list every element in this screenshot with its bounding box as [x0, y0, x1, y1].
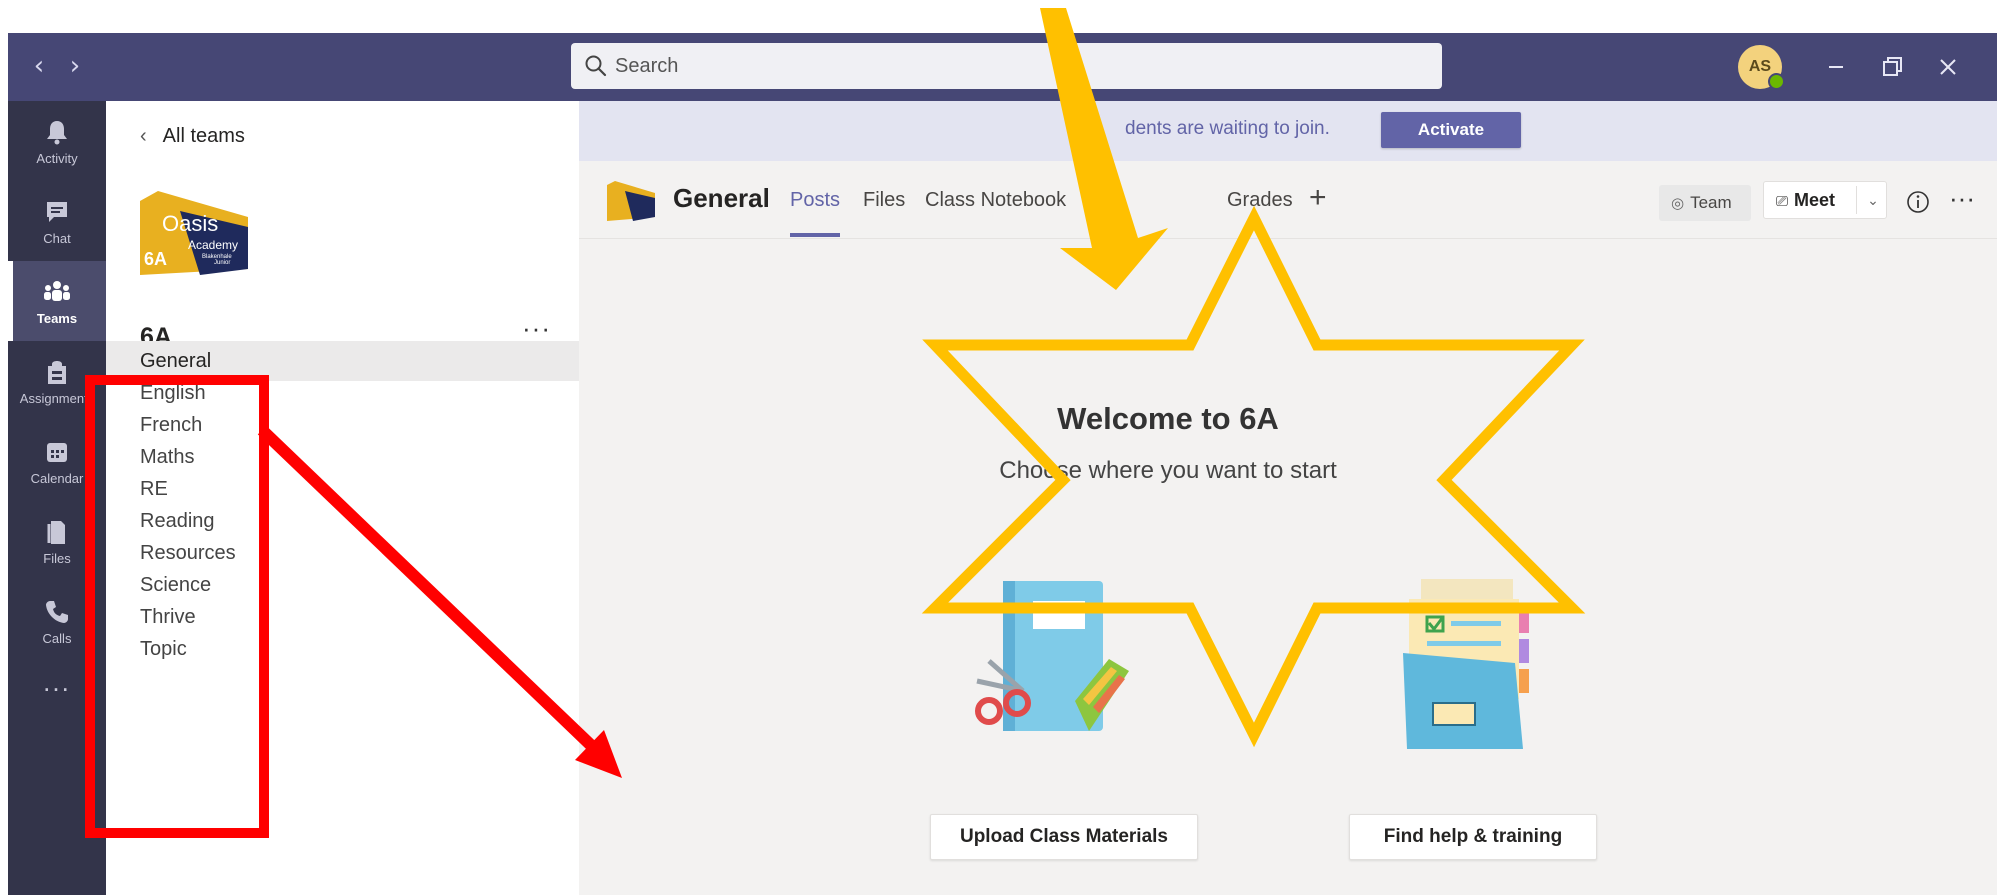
- restore-icon[interactable]: [1872, 47, 1912, 87]
- rail-label: Calendar: [30, 471, 84, 486]
- rail-label: Chat: [43, 231, 71, 246]
- rail-label: Teams: [36, 311, 78, 326]
- all-teams-label: All teams: [162, 125, 245, 147]
- search-icon: [585, 55, 607, 77]
- welcome-title: Welcome to 6A: [1057, 401, 1279, 436]
- app-rail: Activity Chat Teams Assignments Calendar…: [8, 101, 106, 895]
- team-logo-small: [607, 181, 655, 221]
- channel-title: General: [673, 183, 770, 213]
- tab-posts[interactable]: Posts: [790, 189, 840, 212]
- rail-label: Calls: [42, 631, 72, 646]
- chevron-left-icon: ‹: [140, 125, 147, 147]
- rail-item-chat[interactable]: Chat: [8, 181, 106, 261]
- find-help-training-button[interactable]: Find help & training: [1349, 814, 1597, 860]
- welcome-subtitle: Choose where you want to start: [999, 457, 1337, 484]
- title-bar: ‹ › AS: [8, 33, 1997, 101]
- class-materials-illustration: [975, 581, 1129, 731]
- minimize-icon[interactable]: [1816, 47, 1856, 87]
- help-training-illustration: [1403, 579, 1529, 749]
- logo-academy: Academy: [188, 238, 238, 252]
- channel-item-topic[interactable]: Topic: [106, 629, 579, 669]
- tab-grades[interactable]: Grades: [1227, 189, 1293, 212]
- all-teams-link[interactable]: ‹ All teams: [140, 125, 245, 148]
- rail-item-activity[interactable]: Activity: [8, 101, 106, 181]
- assignments-icon: [48, 361, 66, 384]
- rail-label: Files: [43, 551, 71, 566]
- main-area: dents are waiting to join. Activate Gene…: [579, 101, 1997, 895]
- rail-label: Assignments: [19, 391, 95, 406]
- activate-button[interactable]: Activate: [1381, 112, 1521, 148]
- search-input[interactable]: [615, 43, 1415, 89]
- calendar-icon: [47, 443, 67, 462]
- channel-header: General Posts Files Class Notebook nts G…: [579, 161, 1997, 239]
- rail-item-assignments[interactable]: Assignments: [8, 341, 106, 421]
- more-options-icon[interactable]: ···: [522, 313, 551, 344]
- logo-junior: Junior: [214, 260, 230, 266]
- eye-icon: ◎: [1671, 195, 1685, 212]
- phone-icon: [46, 601, 68, 623]
- meet-button-label: Meet: [1794, 190, 1836, 210]
- close-icon[interactable]: [1928, 47, 1968, 87]
- teams-icon: [44, 281, 70, 301]
- channel-panel: ‹ All teams Oasis Academy Blakenhale Juni…: [106, 101, 579, 895]
- chevron-down-icon[interactable]: ⌄: [1860, 182, 1886, 218]
- rail-item-files[interactable]: Files: [8, 501, 106, 581]
- meet-divider: [1856, 186, 1857, 214]
- rail-more-button[interactable]: ...: [8, 661, 106, 711]
- logo-oasis: Oasis: [162, 211, 218, 236]
- info-icon[interactable]: [1905, 189, 1931, 215]
- search-box[interactable]: [571, 43, 1442, 89]
- activate-banner: dents are waiting to join. Activate: [579, 101, 1997, 161]
- upload-class-materials-button[interactable]: Upload Class Materials: [930, 814, 1198, 860]
- files-icon: [47, 521, 65, 544]
- team-button-label: Team: [1690, 193, 1732, 212]
- rail-item-calls[interactable]: Calls: [8, 581, 106, 661]
- tab-class-notebook[interactable]: Class Notebook: [925, 189, 1066, 212]
- logo-class: 6A: [144, 249, 167, 269]
- active-tab-indicator: [790, 233, 840, 237]
- tab-assignments[interactable]: nts: [1089, 189, 1116, 212]
- presence-available-icon: [1768, 73, 1785, 90]
- more-icon: ...: [43, 667, 71, 697]
- meet-button[interactable]: ⎚ Meet: [1764, 182, 1856, 218]
- team-button[interactable]: ◎ Team: [1659, 185, 1751, 221]
- add-tab-icon[interactable]: +: [1309, 181, 1327, 215]
- rail-label: Activity: [36, 151, 78, 166]
- meet-button-group: ⎚ Meet ⌄: [1763, 181, 1887, 219]
- tab-files[interactable]: Files: [863, 189, 905, 212]
- screenshot-stage: ‹ › AS: [0, 0, 1997, 895]
- chevron-right-icon[interactable]: ›: [62, 51, 88, 81]
- chat-icon: [47, 202, 67, 222]
- avatar-initials: AS: [1748, 58, 1772, 75]
- rail-item-calendar[interactable]: Calendar: [8, 421, 106, 501]
- banner-text: dents are waiting to join.: [1125, 118, 1330, 139]
- chevron-left-icon[interactable]: ‹: [26, 51, 52, 81]
- bell-icon: [47, 121, 67, 145]
- video-camera-icon: ⎚: [1776, 193, 1789, 210]
- team-logo: Oasis Academy Blakenhale Junior 6A: [140, 191, 248, 275]
- avatar[interactable]: AS: [1738, 45, 1785, 90]
- more-options-icon[interactable]: ···: [1949, 183, 1975, 214]
- teams-window: ‹ › AS: [8, 33, 1997, 895]
- rail-item-teams[interactable]: Teams: [8, 261, 106, 341]
